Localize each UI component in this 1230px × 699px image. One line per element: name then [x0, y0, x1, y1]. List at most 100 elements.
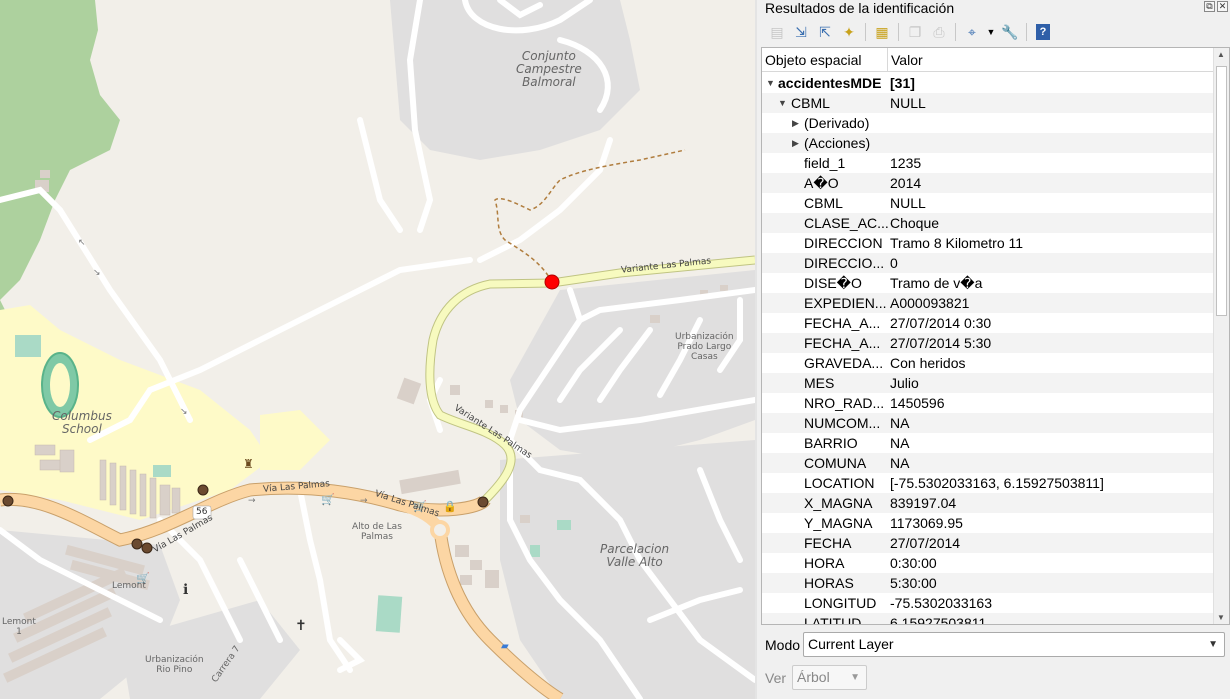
ver-value: Árbol: [797, 669, 830, 685]
tree-row-layer[interactable]: ▼ accidentesMDE [31]: [762, 73, 1214, 93]
label-urbanizacion-prado: Urbanización Prado Largo Casas: [675, 332, 734, 362]
attribute-row[interactable]: DISE�O Tramo de v�a: [762, 273, 1214, 293]
attribute-key: FECHA: [804, 535, 852, 551]
attribute-row[interactable]: BARRIO NA: [762, 433, 1214, 453]
print-icon[interactable]: ⎙: [927, 21, 951, 43]
attribute-row[interactable]: HORAS 5:30:00: [762, 573, 1214, 593]
attribute-value: NA: [890, 435, 910, 451]
layer-name: accidentesMDE: [778, 75, 882, 91]
label-lemont-1: Lemont 1: [2, 617, 36, 637]
map-canvas[interactable]: 🛒 🛒 🛒 🔒 ℹ ✝ ♜ ▰ ↖ ↘ ↘ → → Conjunto Campestre Ba…: [0, 0, 755, 699]
attribute-row[interactable]: NRO_RAD... 1450596: [762, 393, 1214, 413]
attribute-key: NRO_RAD...: [804, 395, 885, 411]
attribute-value: 1450596: [890, 395, 945, 411]
attribute-key: FECHA_A...: [804, 315, 881, 331]
svg-text:✝: ✝: [295, 618, 307, 634]
forest-area: [0, 0, 120, 300]
dropdown-arrow-icon[interactable]: ▼: [984, 21, 998, 43]
attribute-value: 27/07/2014 5:30: [890, 335, 992, 351]
attribute-row[interactable]: COMUNA NA: [762, 453, 1214, 473]
identify-select-icon[interactable]: ⌖: [960, 21, 984, 43]
modo-label: Modo: [765, 637, 801, 653]
attribute-row[interactable]: DIRECCIO... 0: [762, 253, 1214, 273]
attribute-key: LONGITUD: [804, 595, 877, 611]
attribute-row[interactable]: NUMCOM... NA: [762, 413, 1214, 433]
attribute-key: HORAS: [804, 575, 854, 591]
attribute-row[interactable]: A�O 2014: [762, 173, 1214, 193]
attribute-row[interactable]: FECHA_A... 27/07/2014 5:30: [762, 333, 1214, 353]
copy-feature-icon[interactable]: ❐: [903, 21, 927, 43]
sports-pitch-2: [375, 595, 403, 633]
attribute-key: BARRIO: [804, 435, 858, 451]
scroll-up-icon[interactable]: ▲: [1217, 50, 1225, 59]
identified-feature-marker: [544, 274, 560, 290]
svg-text:↘: ↘: [180, 407, 188, 417]
attribute-value: 0: [890, 255, 898, 271]
map-svg: 🛒🛒🛒 🔒 ℹ ✝ ♜ ▰ ↖↘ ↘→ →: [0, 0, 755, 699]
school-area-2: [260, 410, 330, 470]
attribute-key: GRAVEDA...: [804, 355, 884, 371]
attribute-key: CBML: [804, 195, 843, 211]
attribute-row[interactable]: FECHA 27/07/2014: [762, 533, 1214, 553]
help-icon[interactable]: ?: [1031, 21, 1055, 43]
sports-pitch: [15, 335, 41, 357]
attribute-row[interactable]: LOCATION [-75.5302033163, 6.15927503811]: [762, 473, 1214, 493]
attribute-key: DISE�O: [804, 275, 862, 291]
attribute-row[interactable]: LATITUD 6.15927503811: [762, 613, 1214, 624]
attribute-key: COMUNA: [804, 455, 867, 471]
attribute-key: EXPEDIEN...: [804, 295, 887, 311]
attribute-value: [-75.5302033163, 6.15927503811]: [890, 475, 1104, 491]
feature-name: CBML: [791, 95, 830, 111]
attribute-value: Con heridos: [890, 355, 966, 371]
modo-select[interactable]: Current Layer ▼: [803, 632, 1225, 657]
vertical-scrollbar[interactable]: ▲ ▼: [1213, 48, 1229, 624]
expand-all-icon[interactable]: ⇲: [789, 21, 813, 43]
column-header-value[interactable]: Valor: [888, 48, 1214, 72]
tree-row-group[interactable]: ▶ (Derivado): [762, 113, 1214, 133]
label-parcelacion: Parcelacion Valle Alto: [600, 542, 670, 570]
attribute-row[interactable]: field_1 1235: [762, 153, 1214, 173]
column-header-feature[interactable]: Objeto espacial: [762, 48, 888, 72]
attribute-row[interactable]: EXPEDIEN... A000093821: [762, 293, 1214, 313]
settings-icon[interactable]: 🔧: [998, 21, 1022, 43]
collapsed-arrow-icon[interactable]: ▶: [792, 133, 799, 153]
tree-header: Objeto espacial Valor: [762, 48, 1214, 72]
svg-text:ℹ: ℹ: [183, 582, 188, 598]
results-tree[interactable]: Objeto espacial Valor ▼ accidentesMDE [3…: [761, 47, 1230, 625]
attribute-row[interactable]: MES Julio: [762, 373, 1214, 393]
scroll-down-icon[interactable]: ▼: [1217, 613, 1225, 622]
label-lemont: Lemont: [112, 581, 146, 591]
panel-toolbar: ▤ ⇲ ⇱ ✦ ▦ ❐ ⎙ ⌖ ▼ 🔧 ?: [765, 20, 1055, 44]
attribute-row[interactable]: LONGITUD -75.5302033163: [762, 593, 1214, 613]
attribute-row[interactable]: FECHA_A... 27/07/2014 0:30: [762, 313, 1214, 333]
attribute-row[interactable]: CBML NULL: [762, 193, 1214, 213]
attribute-row[interactable]: HORA 0:30:00: [762, 553, 1214, 573]
clear-results-icon[interactable]: ▦: [870, 21, 894, 43]
panel-controls: ⧉ ✕: [1204, 1, 1228, 12]
attribute-row[interactable]: Y_MAGNA 1173069.95: [762, 513, 1214, 533]
expand-arrow-icon[interactable]: ▼: [778, 93, 787, 113]
expand-new-icon[interactable]: ✦: [837, 21, 861, 43]
attribute-key: MES: [804, 375, 835, 391]
label-urbanizacion-rio: Urbanización Rio Pino: [145, 655, 204, 675]
attribute-key: DIRECCIO...: [804, 255, 885, 271]
expand-arrow-icon[interactable]: ▼: [766, 73, 775, 93]
ver-select[interactable]: Árbol ▼: [792, 665, 867, 690]
attribute-value: 2014: [890, 175, 922, 191]
svg-text:🔒: 🔒: [443, 500, 457, 513]
collapse-all-icon[interactable]: ⇱: [813, 21, 837, 43]
close-panel-icon[interactable]: ✕: [1217, 1, 1228, 12]
collapsed-arrow-icon[interactable]: ▶: [792, 113, 799, 133]
label-alto-palmas: Alto de Las Palmas: [352, 522, 402, 542]
attribute-row[interactable]: CLASE_AC... Choque: [762, 213, 1214, 233]
tree-row-feature[interactable]: ▼ CBML NULL: [762, 93, 1214, 113]
scroll-thumb[interactable]: [1216, 66, 1227, 316]
attribute-row[interactable]: X_MAGNA 839197.04: [762, 493, 1214, 513]
float-panel-icon[interactable]: ⧉: [1204, 1, 1215, 12]
tree-row-group[interactable]: ▶ (Acciones): [762, 133, 1214, 153]
attribute-row[interactable]: DIRECCION Tramo 8 Kilometro 11: [762, 233, 1214, 253]
attribute-row[interactable]: GRAVEDA... Con heridos: [762, 353, 1214, 373]
toolbar-separator: [898, 23, 899, 41]
svg-text:🛒: 🛒: [321, 493, 335, 506]
expand-tree-icon[interactable]: ▤: [765, 21, 789, 43]
